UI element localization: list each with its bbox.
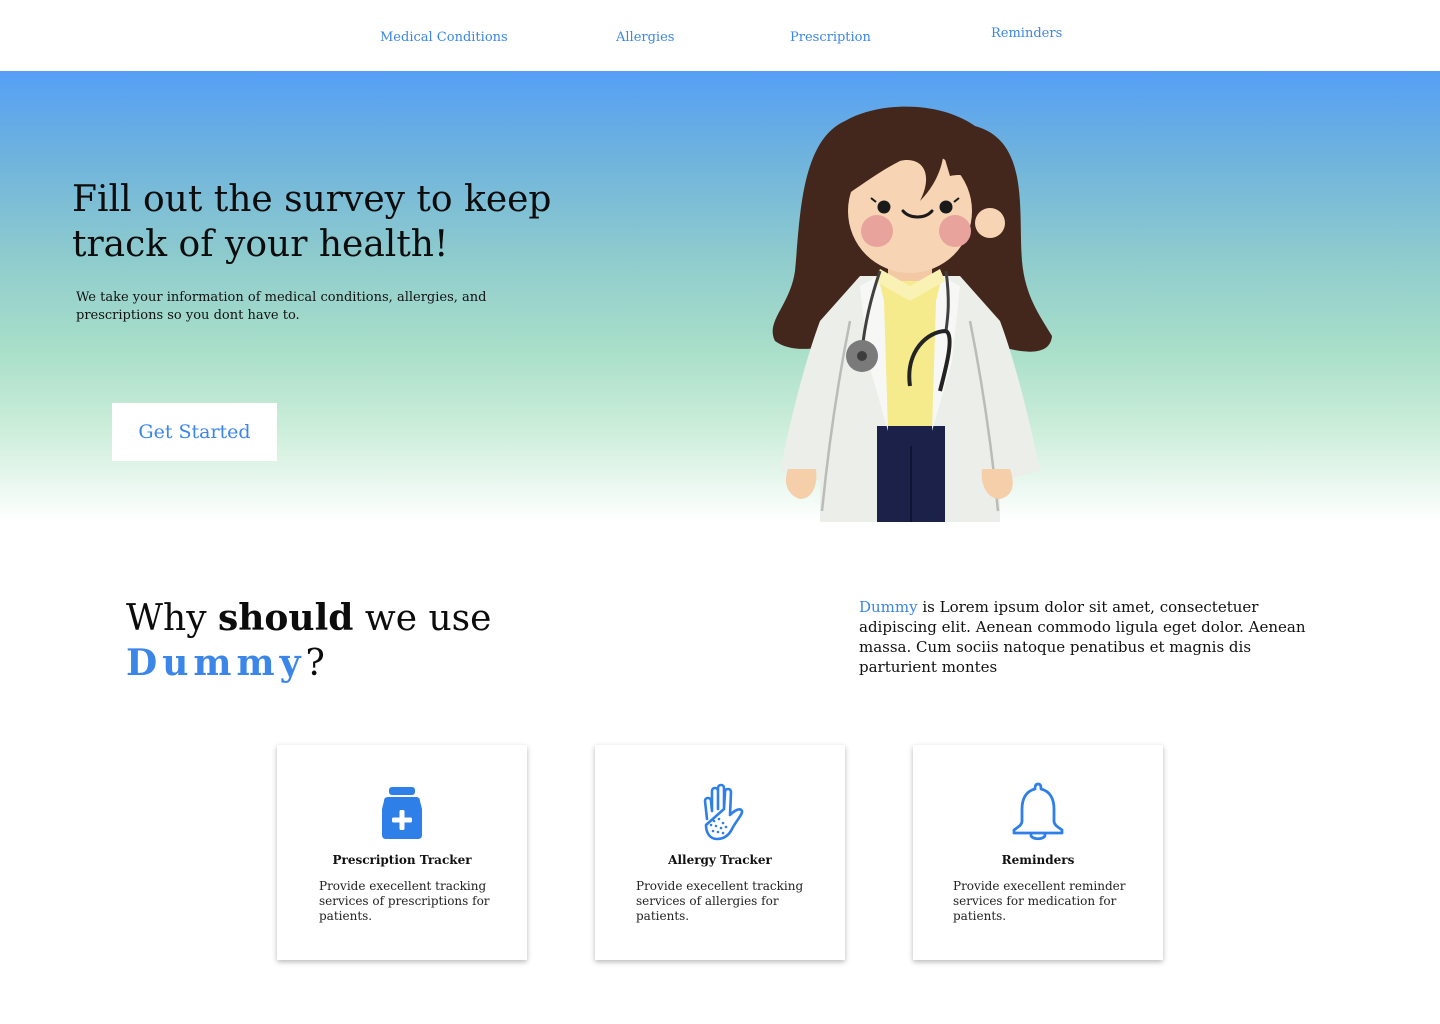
why-heading: Why should we use Dummy? [126,596,686,686]
get-started-button[interactable]: Get Started [112,403,277,461]
feature-text: Provide execellent tracking services of … [319,879,490,923]
medicine-bottle-icon [382,787,422,839]
feature-title: Prescription Tracker [332,853,472,867]
hero-subtitle: We take your information of medical cond… [76,290,487,323]
hero-title: Fill out the survey to keep track of you… [72,179,552,265]
feature-title: Reminders [1001,853,1075,867]
feature-text: Provide execellent tracking services of … [636,879,804,923]
why-heading-bold: should [217,597,354,639]
why-heading-part1: Why [126,598,218,639]
top-nav: Medical Conditions Allergies Prescriptio… [0,0,1440,71]
nav-link-medical-conditions[interactable]: Medical Conditions [380,30,508,45]
why-heading-brand: Dummy [126,642,306,684]
feature-text: Provide execellent reminder services for… [953,879,1126,923]
feature-title: Allergy Tracker [668,853,772,867]
why-description: Dummy is Lorem ipsum dolor sit amet, con… [859,597,1329,677]
why-heading-part2: we use [353,598,492,639]
nav-link-prescription[interactable]: Prescription [790,30,871,45]
why-description-text: is Lorem ipsum dolor sit amet, consectet… [859,598,1306,676]
nav-link-allergies[interactable]: Allergies [616,30,674,45]
why-heading-end: ? [305,643,325,684]
doctor-illustration [772,106,1052,522]
bell-icon [1012,782,1064,841]
hero-section: Fill out the survey to keep track of you… [0,71,1440,522]
nav-link-reminders[interactable]: Reminders [991,26,1062,41]
feature-card-prescription: Prescription Tracker Provide execellent … [277,745,527,960]
feature-card-allergy: Allergy Tracker Provide execellent track… [595,745,845,960]
allergy-hand-icon [703,783,744,841]
feature-card-reminders: Reminders Provide execellent reminder se… [913,745,1163,960]
why-description-brand: Dummy [859,598,918,616]
